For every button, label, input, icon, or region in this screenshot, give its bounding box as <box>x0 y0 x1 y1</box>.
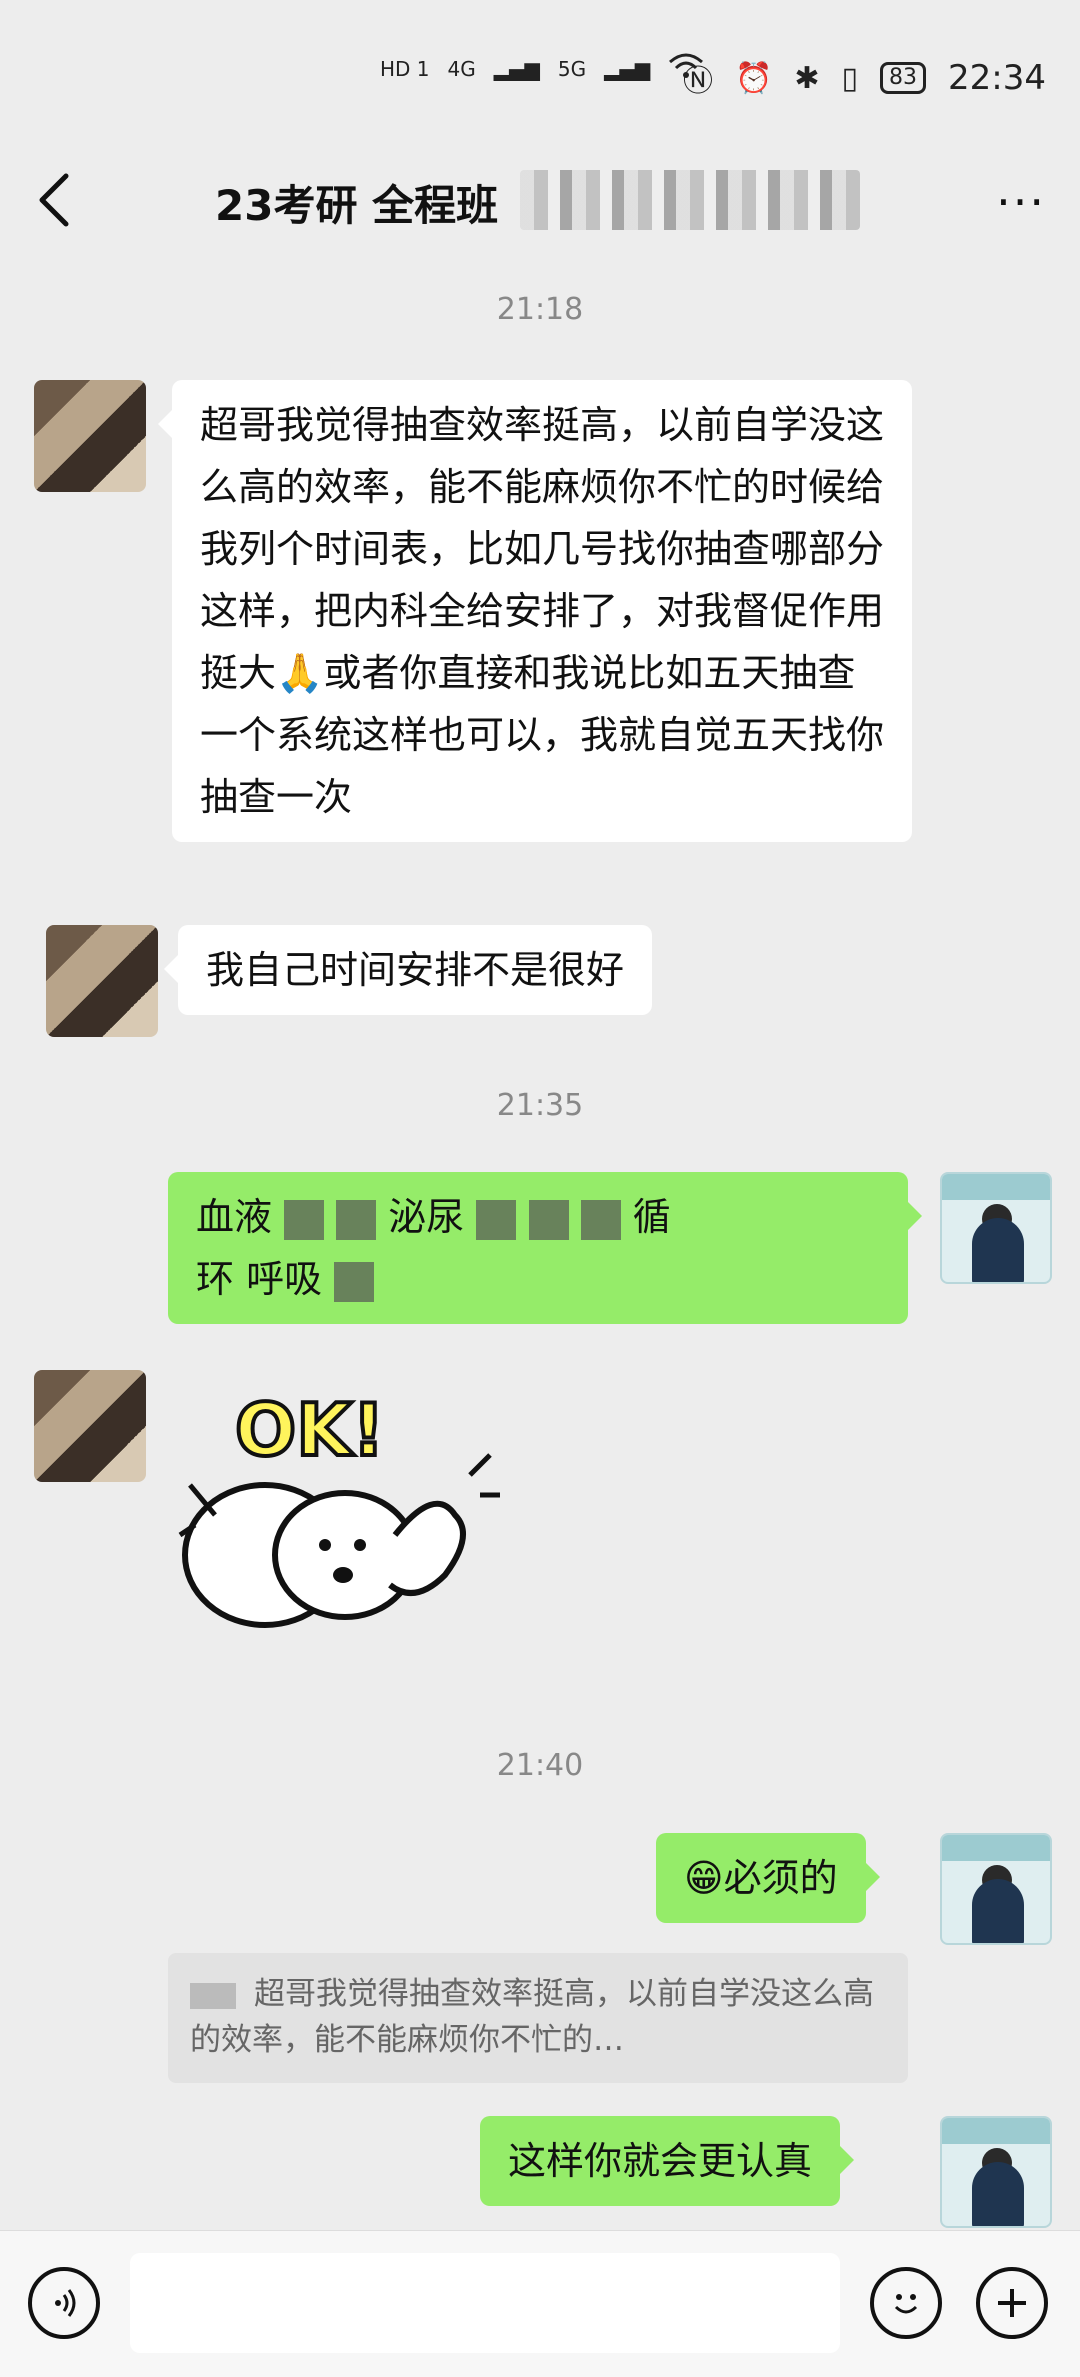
message-text: 泌尿 <box>388 1195 465 1239</box>
signal-icons: HD 1 4G ▂▄▆ 5G ▂▄▆ <box>380 52 704 85</box>
message-text: 循 <box>632 1195 671 1239</box>
redacted-text <box>284 1199 325 1240</box>
bluetooth-icon: ✱ <box>794 60 820 96</box>
redacted-sender <box>190 1982 236 2009</box>
timestamp: 21:40 <box>496 1748 584 1783</box>
avatar-self[interactable] <box>940 1833 1052 1945</box>
signal-icon: ▂▄▆ <box>604 56 651 81</box>
avatar[interactable] <box>46 925 158 1037</box>
message-bubble-outgoing[interactable]: 血液 泌尿 循 环 呼吸 <box>168 1172 922 1324</box>
status-time: 22:34 <box>948 58 1046 98</box>
message-text: 血液 <box>196 1195 273 1239</box>
status-right: Ⓝ ⏰ ✱ ▯ 83 22:34 <box>683 56 1046 100</box>
message-bubble-outgoing[interactable]: 这样你就会更认真 <box>480 2116 855 2206</box>
message-input[interactable] <box>130 2253 840 2353</box>
timestamp: 21:18 <box>496 292 584 327</box>
more-dots-icon: ··· <box>996 175 1046 229</box>
nfc-icon: Ⓝ <box>683 64 713 99</box>
avatar-self[interactable] <box>940 1172 1052 1284</box>
emoji-icon <box>894 2294 918 2314</box>
redacted-text <box>580 1199 621 1240</box>
message-text: 环 呼吸 <box>196 1257 323 1301</box>
timestamp: 21:35 <box>496 1088 584 1123</box>
avatar[interactable] <box>34 1370 146 1482</box>
status-bar: HD 1 4G ▂▄▆ 5G ▂▄▆ Ⓝ ⏰ ✱ ▯ 83 22:34 <box>0 0 1080 150</box>
battery-indicator: 83 <box>880 62 927 94</box>
voice-button[interactable] <box>28 2267 100 2339</box>
avatar-self[interactable] <box>940 2116 1052 2228</box>
message-bubble-incoming[interactable]: 我自己时间安排不是很好 <box>163 925 653 1015</box>
message-bubble-outgoing[interactable]: 😁必须的 <box>656 1833 880 1923</box>
quoted-message[interactable]: 超哥我觉得抽查效率挺高，以前自学没这么高的效率，能不能麻烦你不忙的… <box>168 1953 908 2083</box>
network-4g: 4G <box>447 56 476 81</box>
plus-icon <box>998 2289 1026 2317</box>
voice-icon <box>55 2289 76 2317</box>
grin-emoji-icon: 😁 <box>684 1856 724 1900</box>
avatar[interactable] <box>34 380 146 492</box>
ok-sticker-drawing: OK! <box>178 1386 500 1628</box>
chat-title[interactable]: 23考研 全程班 <box>215 172 498 233</box>
emoji-button[interactable] <box>870 2267 942 2339</box>
redacted-text <box>336 1199 377 1240</box>
sticker-label: OK! <box>235 1388 385 1472</box>
message-text: 我自己时间安排不是很好 <box>206 948 625 992</box>
redacted-title-suffix <box>520 170 860 230</box>
more-button[interactable]: ··· <box>996 175 1046 229</box>
message-text: 超哥我觉得抽查效率挺高，以前自学没这么高的效率，能不能麻烦你不忙的时候给我列个时… <box>200 403 885 819</box>
message-bubble-incoming[interactable]: 超哥我觉得抽查效率挺高，以前自学没这么高的效率，能不能麻烦你不忙的时候给我列个时… <box>158 380 912 842</box>
quoted-text: 超哥我觉得抽查效率挺高，以前自学没这么高的效率，能不能麻烦你不忙的… <box>190 1976 874 2058</box>
signal-icon: ▂▄▆ <box>493 56 540 81</box>
redacted-text <box>476 1199 517 1240</box>
plus-button[interactable] <box>976 2267 1048 2339</box>
redacted-text <box>334 1261 375 1302</box>
hd-badge: HD 1 <box>380 56 430 81</box>
vibrate-icon: ▯ <box>841 60 859 96</box>
message-text: 必须的 <box>723 1856 838 1900</box>
input-bar <box>0 2230 1080 2377</box>
network-5g: 5G <box>557 56 587 81</box>
ok-sticker[interactable]: OK! <box>175 1385 505 1645</box>
alarm-icon: ⏰ <box>735 60 773 96</box>
chevron-left-icon <box>39 173 69 227</box>
redacted-text <box>528 1199 569 1240</box>
message-text: 这样你就会更认真 <box>508 2139 813 2183</box>
back-button[interactable] <box>34 170 90 240</box>
